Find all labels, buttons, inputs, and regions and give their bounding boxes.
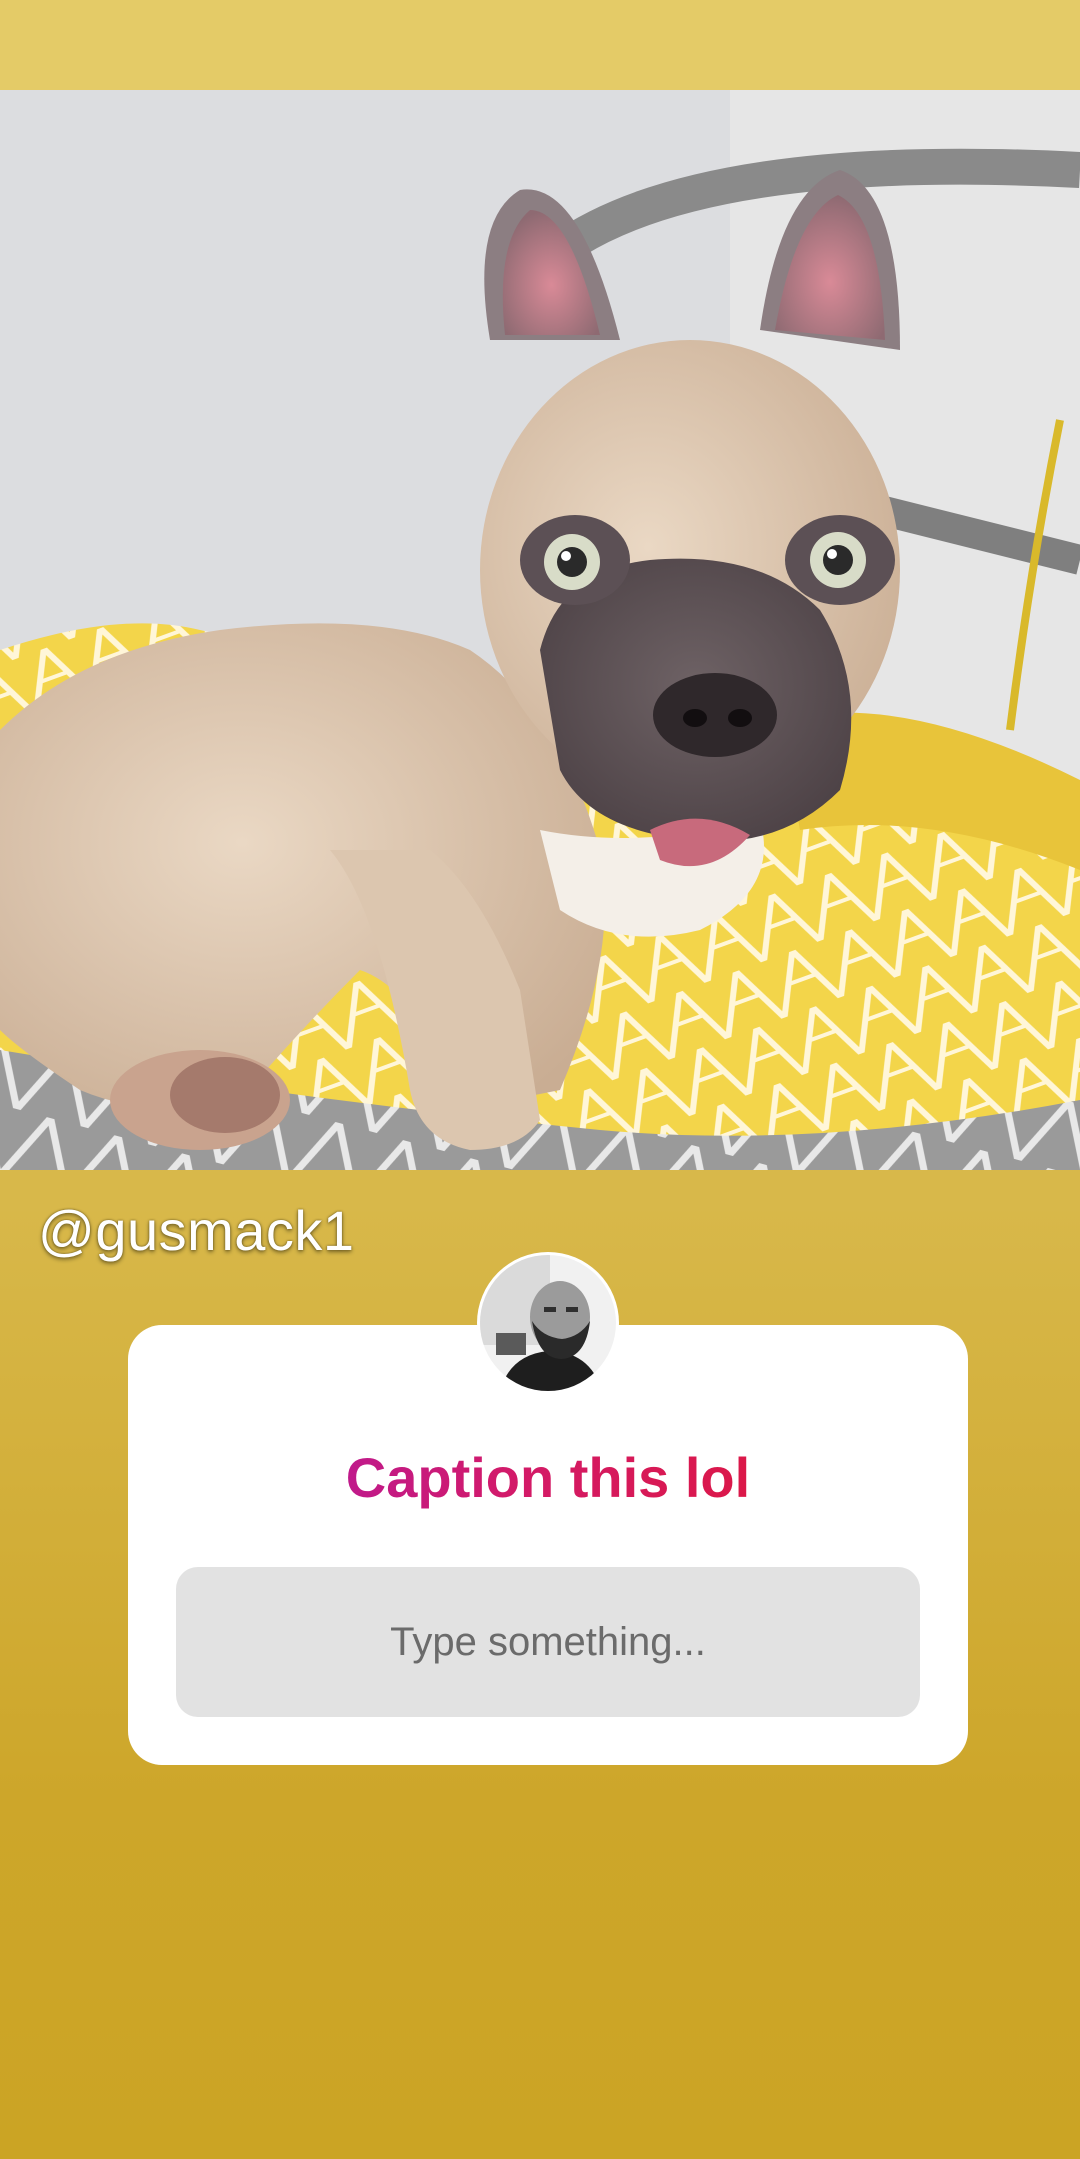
story-username[interactable]: @gusmack1 bbox=[38, 1198, 355, 1263]
story-photo-dog bbox=[0, 90, 1080, 1170]
profile-photo-image bbox=[480, 1255, 616, 1391]
avatar bbox=[480, 1255, 616, 1391]
question-sticker[interactable]: Caption this lol Type something... bbox=[128, 1325, 968, 1765]
question-prompt: Caption this lol bbox=[128, 1445, 968, 1510]
answer-input[interactable]: Type something... bbox=[176, 1567, 920, 1717]
story-top-band bbox=[0, 0, 1080, 90]
dog-photo-image bbox=[0, 90, 1080, 1170]
